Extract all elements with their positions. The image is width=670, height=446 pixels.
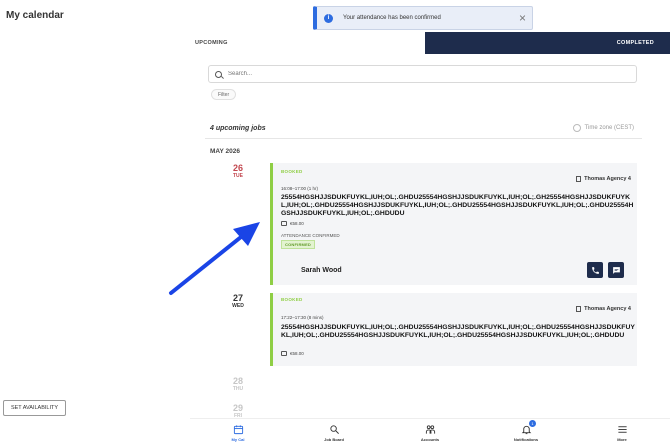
divider [205,138,642,139]
job-card[interactable]: BOOKED Thomas Agency 4 17:22–17:30 (8 mi… [270,293,637,366]
calendar-icon [232,423,244,435]
pay-amount: €58.00 [290,351,304,356]
tab-completed[interactable]: COMPLETED [424,32,670,54]
nav-job-board[interactable]: Job Board [286,419,382,446]
nav-accounts[interactable]: Accounts [382,419,478,446]
attendance-chip: CONFIRMED [281,240,316,249]
agency-name: Thomas Agency 4 [576,176,631,182]
menu-icon [616,423,628,435]
search-icon [328,423,340,435]
toast-message: Your attendance has been confirmed [343,15,441,21]
nav-my-cal[interactable]: My Cal [190,419,286,446]
nav-more[interactable]: More [574,419,670,446]
bottom-nav: My Cal Job Board Accounts 1 Notification… [190,418,670,446]
message-icon [612,266,620,274]
day-number: 29 [232,403,243,413]
job-time: 16:08–17:00 (1 hr) [281,186,319,191]
wallet-icon [281,221,287,226]
notification-badge: 1 [529,420,536,427]
agency-label: Thomas Agency 4 [584,176,631,182]
wallet-icon [281,351,287,356]
day-28: 28 THU [223,376,253,392]
agency-label: Thomas Agency 4 [584,306,631,312]
person-name: Sarah Wood [301,267,342,274]
day-of-week: TUE [233,173,243,179]
accounts-icon [424,423,436,435]
nav-label: Accounts [420,437,440,442]
page-title: My calendar [6,10,64,21]
message-button[interactable] [608,262,624,278]
upcoming-count: 4 upcoming jobs [210,125,266,132]
document-icon [576,176,582,182]
month-heading: MAY 2026 [210,148,240,155]
status-badge: BOOKED [281,169,303,174]
set-availability-button[interactable]: SET AVAILABILITY [3,400,66,416]
filter-button[interactable]: Filter [211,89,237,100]
job-pay: €58.00 [281,351,304,356]
attendance-label: ATTENDANCE CONFIRMED [281,233,340,238]
day-number: 28 [232,376,243,386]
nav-notifications[interactable]: 1 Notifications [478,419,574,446]
day-number: 26 [232,163,243,173]
day-27: 27 WED [223,293,253,309]
close-icon[interactable]: × [519,11,526,25]
job-pay: €58.00 [281,221,304,226]
tabs: UPCOMING COMPLETED [193,32,670,54]
pay-amount: €58.00 [290,221,304,226]
search-input[interactable] [228,71,608,77]
job-card[interactable]: BOOKED Thomas Agency 4 16:08–17:00 (1 hr… [270,163,637,285]
job-title[interactable]: 25554HGSHJJSDUKFUYKL,IUH;OL;.GHDU25554HG… [281,194,635,218]
day-29: 29 FRI [223,403,253,419]
nav-label: My Cal [231,437,245,442]
status-badge: BOOKED [281,297,303,302]
timezone-text: Time zone (CEST) [584,125,634,131]
job-time: 17:22–17:30 (8 mins) [281,315,324,320]
tab-upcoming[interactable]: UPCOMING [193,32,425,54]
phone-icon [591,266,599,274]
agency-name: Thomas Agency 4 [576,306,631,312]
nav-label: More [617,437,627,442]
bell-icon: 1 [520,420,536,435]
timezone-label: Time zone (CEST) [572,124,634,132]
job-title[interactable]: 25554HGSHJJSDUKFUYKL,IUH;OL;.GHDU25554HG… [281,324,635,340]
search-box[interactable] [208,65,637,83]
day-26: 26 TUE [223,163,253,179]
day-number: 27 [232,293,243,303]
globe-icon [572,124,581,132]
toast-notification: i Your attendance has been confirmed × [313,6,533,30]
nav-label: Notifications [513,437,539,442]
search-icon [215,70,222,78]
document-icon [576,306,582,312]
day-of-week: THU [232,386,244,392]
info-icon: i [324,13,333,23]
phone-button[interactable] [587,262,603,278]
day-of-week: WED [232,303,244,309]
nav-label: Job Board [324,437,344,442]
